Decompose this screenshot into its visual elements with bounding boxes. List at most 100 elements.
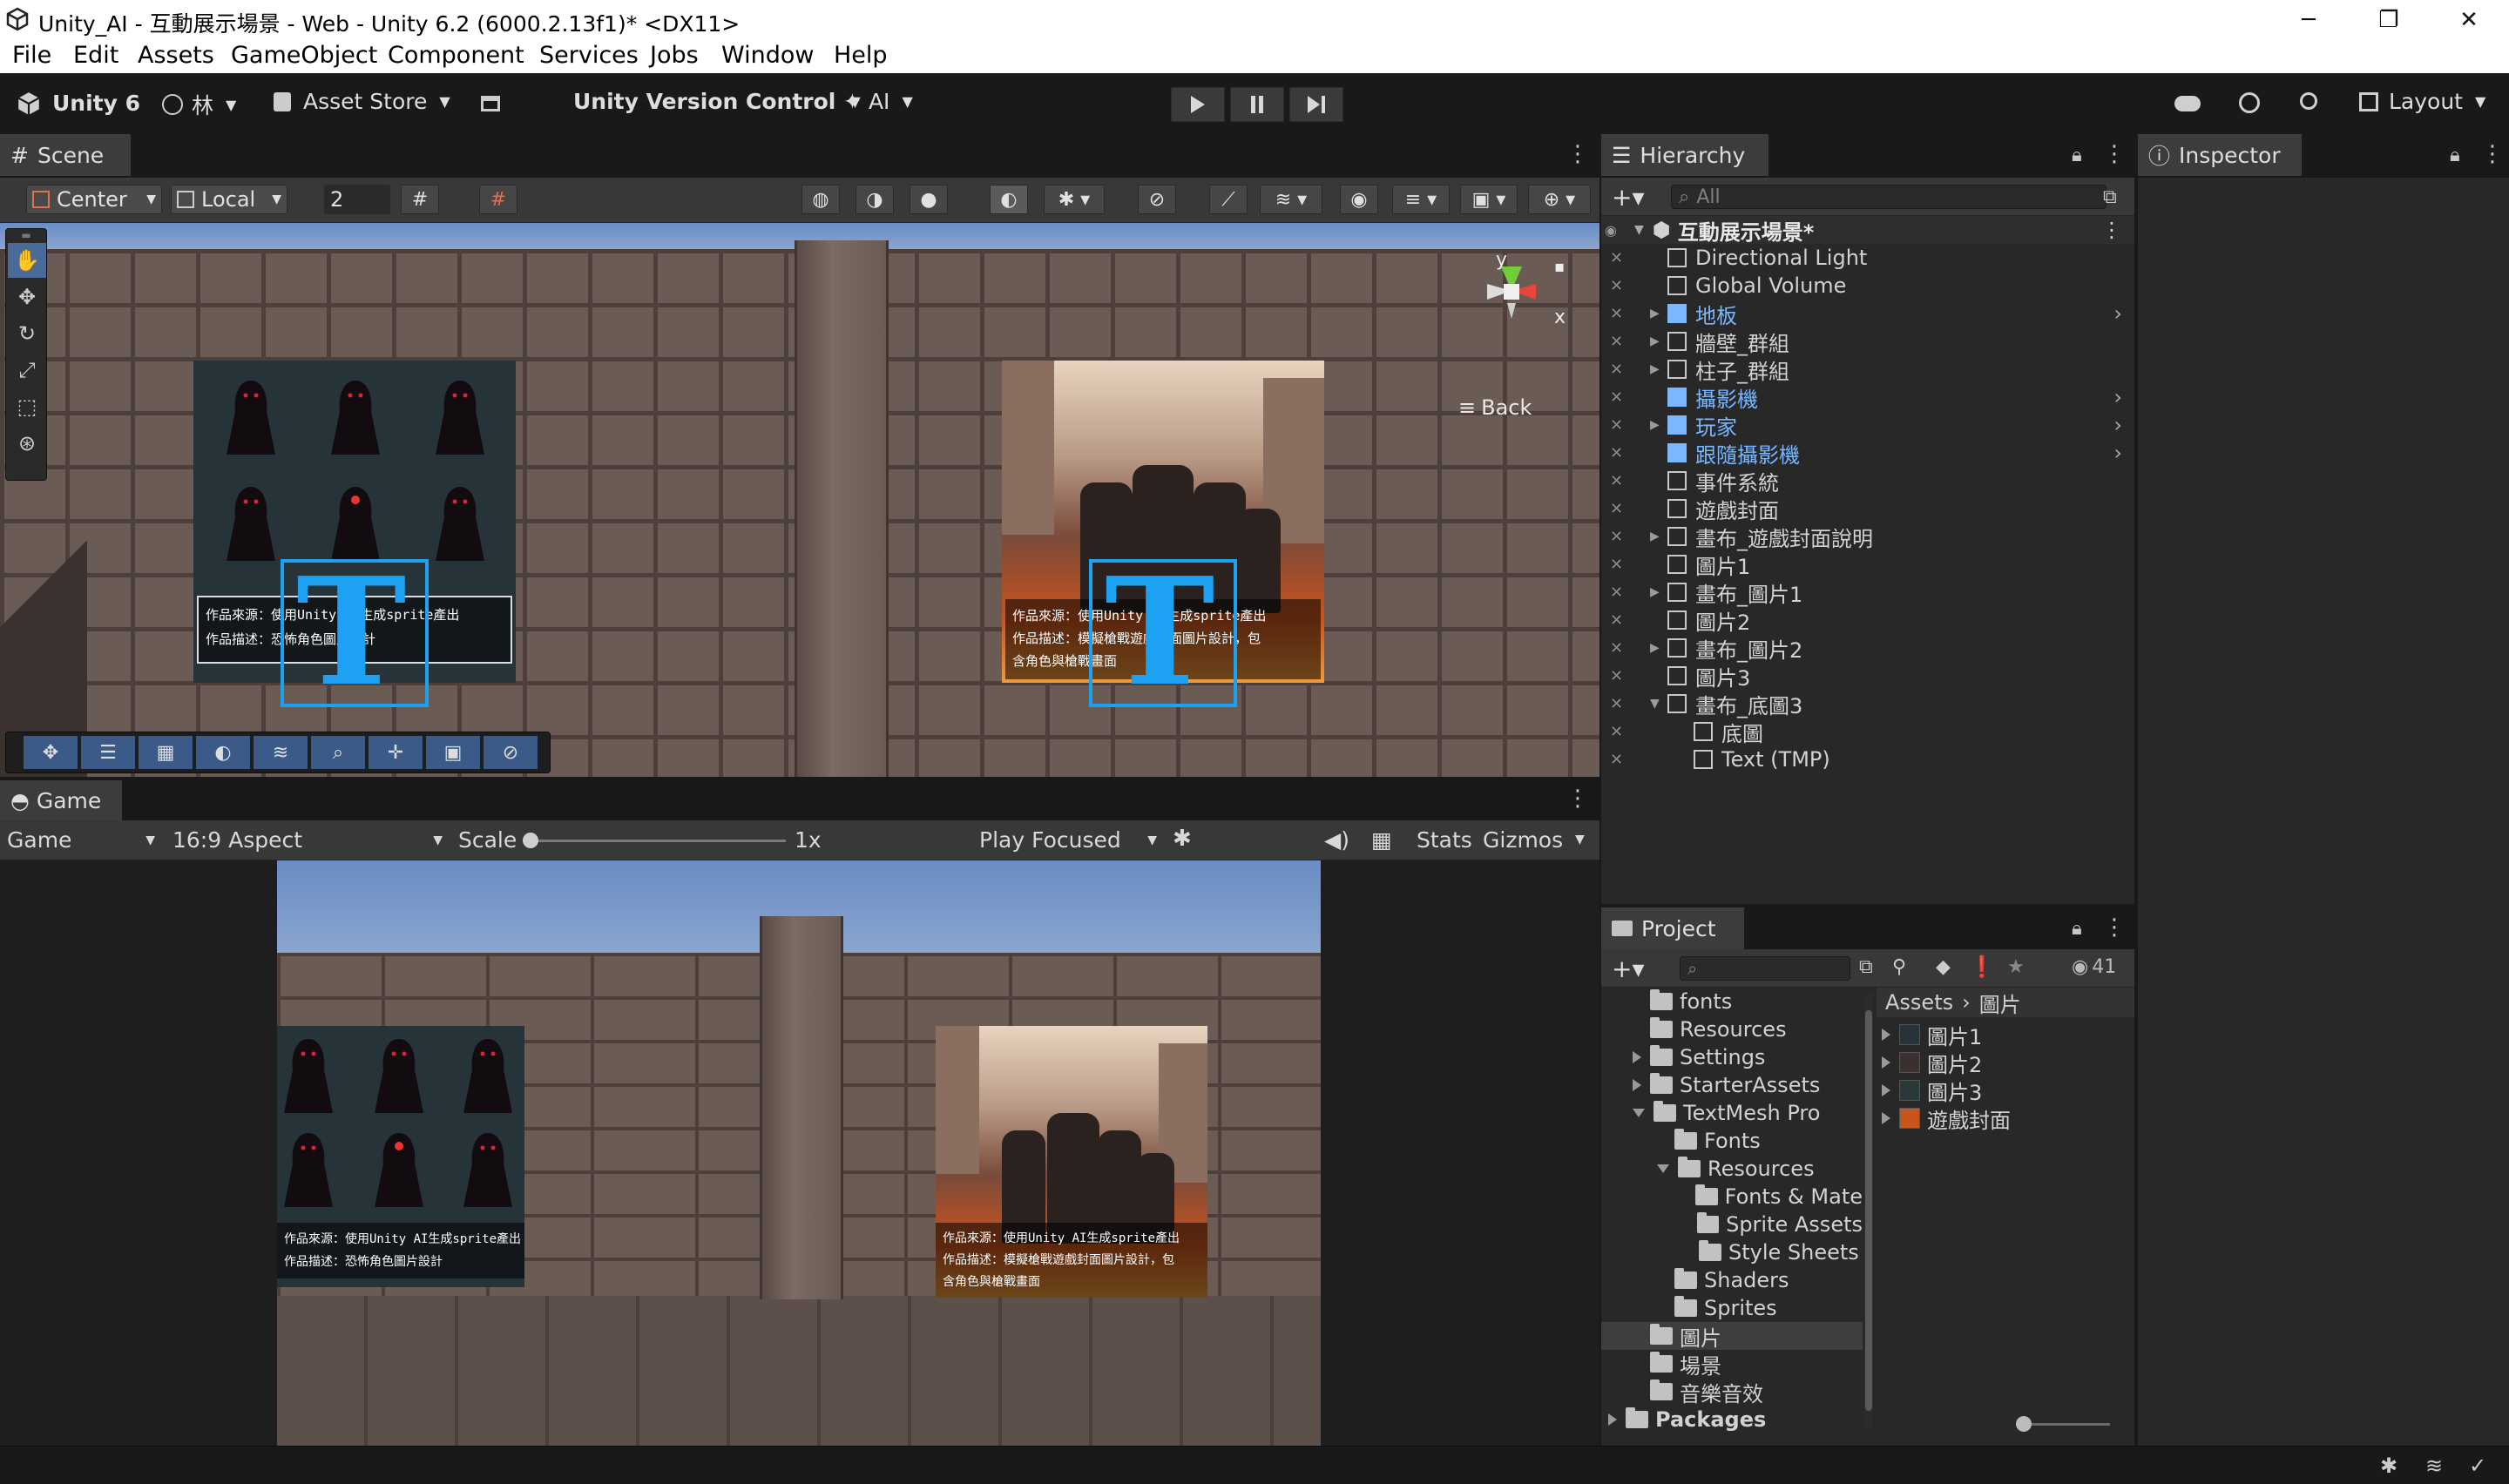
chevron-right-icon[interactable]: ▶ (1650, 418, 1667, 432)
chevron-down-icon[interactable] (1657, 1164, 1669, 1173)
menu-file[interactable]: File (12, 42, 51, 69)
pick-icon[interactable]: ✕ (1610, 500, 1641, 518)
warning-filter-icon[interactable]: ❗ (1969, 954, 1995, 979)
overlay-grid-button[interactable]: ▦ (139, 736, 193, 769)
scene-more-icon[interactable]: ⋮ (2101, 218, 2122, 242)
scale-slider[interactable] (523, 833, 786, 848)
space-dropdown[interactable]: Local ▼ (171, 185, 287, 214)
project-folder-item[interactable]: Style Sheets (1601, 1238, 1863, 1266)
mute-audio-icon[interactable]: ◀) (1324, 827, 1349, 853)
icon-size-handle[interactable] (2016, 1416, 2032, 1432)
draw-mode-button[interactable]: ◍ (801, 185, 840, 214)
grid-size-input[interactable]: 2 (324, 185, 390, 214)
asset-item[interactable]: 圖片1 (1877, 1021, 2134, 1049)
add-object-button[interactable]: +▾ (1612, 183, 1645, 212)
open-prefab-icon[interactable]: › (2113, 441, 2122, 465)
step-button[interactable] (1289, 87, 1343, 122)
eye-icon[interactable]: ✕ (1610, 444, 1641, 462)
project-folder-item[interactable]: Fonts & Mate (1601, 1183, 1863, 1211)
pick-icon[interactable]: ✕ (1610, 723, 1641, 741)
project-tree-scrollbar[interactable] (1864, 993, 1873, 1428)
project-folder-item[interactable]: Resources (1601, 1155, 1863, 1183)
hierarchy-item[interactable]: ✕ 圖片1 (1601, 550, 2134, 579)
overlay-search-button[interactable]: ⌕ (311, 736, 365, 769)
move-tool-button[interactable]: ✥ (8, 280, 46, 314)
lock-icon[interactable]: 🔒︎ (2450, 145, 2460, 166)
hierarchy-item[interactable]: ✕ Text (TMP) (1601, 745, 2134, 773)
hierarchy-item[interactable]: ✕ ▶ 牆壁_群組 (1601, 327, 2134, 356)
chevron-right-icon[interactable]: ▶ (1650, 641, 1667, 655)
hand-tool-button[interactable]: ✋ (8, 243, 46, 278)
hierarchy-item[interactable]: ✕ ▶ 地板 › (1601, 300, 2134, 328)
menu-component[interactable]: Component (388, 42, 524, 69)
wireframe-button[interactable]: ◑ (855, 185, 894, 214)
2d-toggle-button[interactable]: ⊘ (1138, 185, 1176, 214)
account-dropdown[interactable]: 林 ▼ (162, 89, 236, 120)
scene-visibility-icon[interactable]: ⧉ (2103, 186, 2117, 208)
pick-icon[interactable]: ✕ (1610, 333, 1641, 351)
scene-viewport[interactable]: 作品來源：使用Unity AI生成sprite產出 作品描述：恐怖角色圖片設計 … (0, 223, 1599, 777)
breadcrumb-assets[interactable]: Assets (1885, 990, 1953, 1015)
version-control-dropdown[interactable]: Unity Version Control ▼ (573, 89, 861, 114)
hierarchy-item[interactable]: ✕ 遊戲封面 (1601, 495, 2134, 523)
pick-icon[interactable]: ✕ (1610, 249, 1641, 267)
pick-icon[interactable]: ✕ (1610, 667, 1641, 685)
render-dropdown[interactable]: ≡ ▾ (1392, 185, 1450, 214)
hierarchy-item[interactable]: ✕ 圖片2 (1601, 606, 2134, 635)
chevron-right-icon[interactable]: ▶ (1650, 585, 1667, 599)
chevron-right-icon[interactable] (1882, 1056, 1890, 1069)
overlay-layers-button[interactable]: ≋ (254, 736, 308, 769)
maximize-button[interactable]: ❐ (2349, 0, 2429, 40)
play-button[interactable] (1171, 87, 1225, 122)
package-icon[interactable] (481, 96, 500, 111)
pick-icon[interactable]: ✕ (1610, 556, 1641, 574)
pick-icon[interactable]: ✕ (1610, 751, 1641, 769)
pivot-dropdown[interactable]: Center ▼ (26, 185, 162, 214)
tab-hierarchy[interactable]: ☰ Hierarchy (1601, 134, 1768, 176)
asset-item[interactable]: 圖片3 (1877, 1076, 2134, 1105)
chevron-right-icon[interactable] (1882, 1029, 1890, 1041)
overlay-move-button[interactable]: ✥ (24, 736, 78, 769)
gizmos-button[interactable]: Gizmos (1483, 827, 1563, 853)
hierarchy-item[interactable]: ✕ 底圖 (1601, 718, 2134, 746)
drag-handle-icon[interactable]: ▬ (6, 229, 46, 241)
minimize-button[interactable]: ─ (2269, 0, 2349, 40)
search-filter-icon[interactable]: ⧉ (1859, 956, 1873, 978)
lock-icon[interactable]: 🔒︎ (2072, 145, 2082, 166)
menu-window[interactable]: Window (721, 42, 814, 69)
asset-store-dropdown[interactable]: Asset Store ▼ (274, 89, 450, 114)
hierarchy-item[interactable]: ✕ Global Volume (1601, 272, 2134, 300)
scale-tool-button[interactable]: ⤢ (8, 353, 46, 388)
type-filter-icon[interactable]: ⚲ (1892, 956, 1906, 978)
inspector-more-icon[interactable]: ⋮ (2481, 141, 2504, 167)
project-folder-item[interactable]: TextMesh Pro (1601, 1099, 1863, 1127)
tab-scene[interactable]: # Scene (0, 134, 131, 176)
hierarchy-item[interactable]: ✕ ▶ 柱子_群組 (1601, 355, 2134, 384)
chevron-right-icon[interactable]: ▶ (1650, 530, 1667, 543)
chevron-right-icon[interactable] (1882, 1084, 1890, 1096)
overlay-align-button[interactable]: ☰ (81, 736, 135, 769)
tab-game[interactable]: ◓ Game (0, 780, 122, 820)
overlay-compass-button[interactable]: ⊘ (484, 736, 538, 769)
pick-icon[interactable]: ✕ (1610, 639, 1641, 658)
pick-icon[interactable]: ✕ (1610, 695, 1641, 713)
gizmos-dropdown[interactable]: ⊕ ▾ (1528, 185, 1591, 214)
project-tree-scroll-thumb[interactable] (1865, 1010, 1872, 1411)
hierarchy-item[interactable]: ✕ 事件系統 (1601, 467, 2134, 496)
icon-size-slider[interactable] (2016, 1416, 2110, 1432)
cloud-icon[interactable] (2174, 96, 2201, 111)
game-more-icon[interactable]: ⋮ (1566, 786, 1589, 812)
bug-icon[interactable]: ✱ (1173, 826, 1192, 852)
chevron-right-icon[interactable] (1608, 1413, 1617, 1426)
hierarchy-item[interactable]: ✕ ▼ 畫布_底圖3 (1601, 690, 2134, 718)
grid-snap-button[interactable]: # (401, 185, 439, 214)
create-asset-button[interactable]: +▾ (1612, 954, 1645, 983)
debug-dropdown[interactable]: ✱ ▾ (1044, 185, 1105, 214)
eye-icon[interactable]: ✕ (1610, 388, 1641, 407)
rotate-tool-button[interactable]: ↻ (8, 316, 46, 351)
layout-dropdown[interactable]: Layout ▼ (2359, 89, 2485, 114)
open-prefab-icon[interactable]: › (2113, 413, 2122, 437)
ai-dropdown[interactable]: ✦ AI ▼ (843, 89, 913, 114)
chevron-right-icon[interactable] (1633, 1051, 1641, 1063)
eye-icon[interactable]: ✕ (1610, 305, 1641, 323)
